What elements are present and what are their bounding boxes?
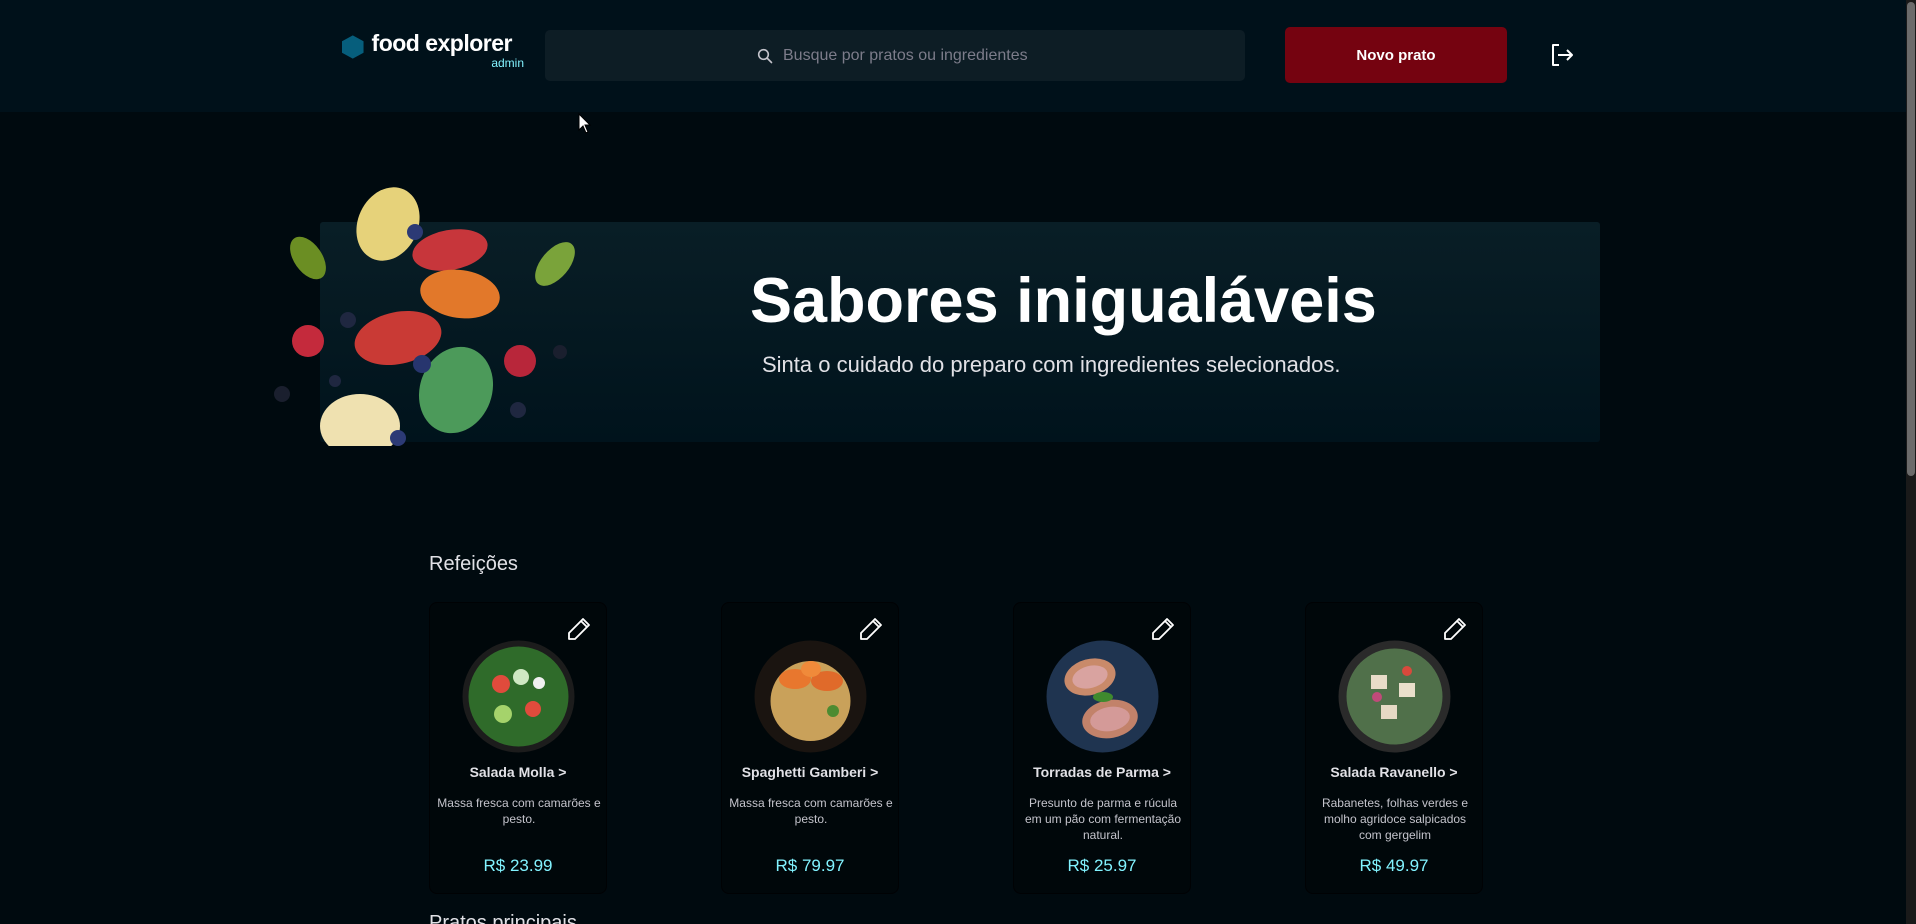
banner-title: Sabores inigualáveis bbox=[750, 266, 1377, 336]
dish-description: Presunto de parma e rúcula em um pão com… bbox=[1024, 796, 1182, 842]
dish-price: R$ 49.97 bbox=[1359, 856, 1429, 875]
sign-out-icon[interactable] bbox=[1548, 41, 1576, 69]
logo-name: food explorer bbox=[371, 30, 513, 56]
logo-role: admin bbox=[491, 56, 524, 70]
banner-subtitle: Sinta o cuidado do preparo com ingredien… bbox=[762, 352, 1341, 377]
hexagon-logo-icon bbox=[342, 35, 364, 59]
section-title-main-dishes: Pratos principais bbox=[429, 912, 577, 924]
dish-image[interactable] bbox=[1045, 639, 1160, 754]
macarons-illustration bbox=[274, 187, 575, 446]
dish-name[interactable]: Salada Molla > bbox=[430, 764, 606, 780]
dish-description: Rabanetes, folhas verdes e molho agridoc… bbox=[1321, 796, 1469, 842]
search-bar[interactable] bbox=[545, 30, 1245, 81]
dish-name[interactable]: Spaghetti Gamberi > bbox=[722, 764, 898, 780]
section-title-meals: Refeições bbox=[429, 553, 518, 575]
dish-card[interactable]: Salada Molla > Massa fresca com camarões… bbox=[429, 602, 607, 894]
logo[interactable]: food explorer admin bbox=[342, 30, 524, 74]
search-input[interactable] bbox=[783, 46, 1033, 65]
dish-card[interactable]: Salada Ravanello > Rabanetes, folhas ver… bbox=[1305, 602, 1483, 894]
dish-image[interactable] bbox=[1337, 639, 1452, 754]
top-header: food explorer admin Novo prato bbox=[0, 0, 1906, 112]
scrollbar-thumb[interactable] bbox=[1907, 2, 1915, 476]
dish-price: R$ 79.97 bbox=[775, 856, 845, 875]
dish-price: R$ 25.97 bbox=[1067, 856, 1137, 875]
dish-card[interactable]: Torradas de Parma > Presunto de parma e … bbox=[1013, 602, 1191, 894]
dish-card[interactable]: Spaghetti Gamberi > Massa fresca com cam… bbox=[721, 602, 899, 894]
mouse-cursor-icon bbox=[578, 113, 592, 134]
dish-price: R$ 23.99 bbox=[483, 856, 553, 875]
dish-image[interactable] bbox=[461, 639, 576, 754]
dish-description: Massa fresca com camarões e pesto. bbox=[729, 796, 893, 826]
new-dish-button[interactable]: Novo prato bbox=[1285, 27, 1507, 83]
dish-name[interactable]: Salada Ravanello > bbox=[1306, 764, 1482, 780]
search-icon bbox=[757, 48, 773, 63]
dish-description: Massa fresca com camarões e pesto. bbox=[437, 796, 601, 826]
dish-image[interactable] bbox=[753, 639, 868, 754]
dish-name[interactable]: Torradas de Parma > bbox=[1014, 764, 1190, 780]
